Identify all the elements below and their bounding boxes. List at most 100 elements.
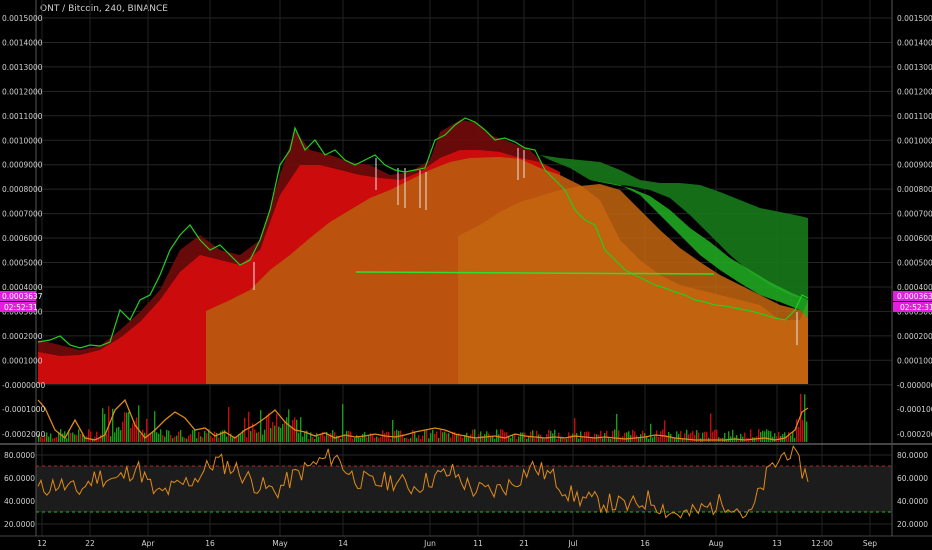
volume-bar xyxy=(646,437,648,442)
price-tick-label: 0.0011000 xyxy=(897,112,932,121)
chart-canvas[interactable]: 0.0015000 0.0014000 0.0013000 0.0012000 0.00… xyxy=(0,0,932,550)
volume-bar xyxy=(418,435,420,442)
volume-bar xyxy=(522,432,524,442)
volume-bar xyxy=(318,436,320,442)
volume-bar xyxy=(500,429,502,442)
volume-bar xyxy=(432,429,434,442)
volume-bar xyxy=(168,430,170,442)
volume-bar xyxy=(572,433,574,442)
price-tick-label: 0.0009000 xyxy=(897,161,932,170)
price-tick-label: 0.0007000 xyxy=(897,210,932,219)
volume-bar xyxy=(372,434,374,442)
volume-bar xyxy=(186,438,188,442)
volume-bar xyxy=(488,433,490,442)
volume-bar xyxy=(210,435,212,442)
volume-bar xyxy=(202,437,204,442)
volume-bar xyxy=(468,437,470,442)
volume-bar xyxy=(240,434,242,442)
volume-bar xyxy=(130,428,132,442)
volume-bar xyxy=(206,433,208,442)
volume-bar xyxy=(462,438,464,442)
volume-bar xyxy=(200,436,202,442)
volume-bar xyxy=(292,419,294,442)
volume-bar xyxy=(204,431,206,442)
volume-bar xyxy=(160,429,162,442)
trading-chart[interactable]: ONT / Bitcoin, 240, BINANCE 0.0015000 0.… xyxy=(0,0,932,550)
volume-bar xyxy=(124,412,126,442)
volume-bar xyxy=(258,432,260,442)
volume-bar xyxy=(510,437,512,442)
volume-bar xyxy=(52,438,54,442)
volume-bar xyxy=(792,432,794,442)
volume-bar xyxy=(344,435,346,442)
volume-bar xyxy=(312,437,314,442)
volume-bar xyxy=(634,431,636,442)
volume-bar xyxy=(278,426,280,442)
price-tick-label: 0.0015000 xyxy=(2,14,43,23)
volume-bar xyxy=(190,434,192,442)
volume-bar xyxy=(122,421,124,442)
volume-bar xyxy=(126,412,128,442)
volume-bar xyxy=(520,432,522,442)
volume-bar xyxy=(442,432,444,442)
price-tick-label: 0.0002000 xyxy=(2,332,43,341)
volume-bar xyxy=(188,435,190,442)
price-tick-label: 0.0008000 xyxy=(2,185,43,194)
volume-bar xyxy=(466,432,468,442)
volume-bar xyxy=(100,434,102,442)
volume-bar xyxy=(390,438,392,442)
volume-bar xyxy=(574,418,576,442)
rsi-tick-label: 80.0000 xyxy=(4,451,35,460)
volume-bar xyxy=(374,437,376,442)
volume-bar xyxy=(504,432,506,442)
volume-bar xyxy=(392,419,394,442)
volume-bar xyxy=(626,432,628,442)
volume-bar xyxy=(582,437,584,442)
volume-bar xyxy=(50,433,52,442)
volume-bar xyxy=(438,438,440,442)
volume-bar xyxy=(182,436,184,442)
volume-bar xyxy=(740,433,742,442)
volume-bar xyxy=(194,429,196,442)
volume-tick-label: -0.0002000 xyxy=(897,430,932,439)
volume-bar xyxy=(140,434,142,442)
time-tick-label: Apr xyxy=(142,539,156,548)
volume-bar xyxy=(354,437,356,442)
volume-bars xyxy=(38,393,808,442)
volume-bar xyxy=(118,426,120,442)
price-tick-label: 0.0011000 xyxy=(2,112,43,121)
rsi-tick-label: 60.0000 xyxy=(4,474,35,483)
volume-bar xyxy=(556,438,558,442)
left-price-axis: 0.0015000 0.0014000 0.0013000 0.0012000 0.00… xyxy=(2,14,45,529)
volume-bar xyxy=(606,430,608,442)
time-tick-label: 14 xyxy=(338,539,348,548)
price-tick-label: 0.0001000 xyxy=(897,356,932,365)
volume-bar xyxy=(656,430,658,442)
volume-bar xyxy=(54,437,56,442)
volume-bar xyxy=(282,423,284,442)
volume-bar xyxy=(518,436,520,442)
time-tick-label: 11 xyxy=(473,539,483,548)
volume-bar xyxy=(602,438,604,442)
volume-bar xyxy=(802,420,804,442)
volume-bar xyxy=(760,432,762,442)
volume-bar xyxy=(80,434,82,442)
right-price-axis: 0.0015000 0.0014000 0.0013000 0.0012000 0.00… xyxy=(897,14,932,529)
volume-bar xyxy=(378,437,380,442)
volume-bar xyxy=(688,434,690,442)
volume-bar xyxy=(576,433,578,442)
volume-bar xyxy=(624,432,626,442)
volume-bar xyxy=(228,407,230,442)
volume-bar xyxy=(610,438,612,442)
volume-bar xyxy=(512,435,514,442)
volume-bar xyxy=(78,429,80,442)
volume-bar xyxy=(268,413,270,442)
volume-bar xyxy=(248,411,250,442)
volume-bar xyxy=(686,429,688,442)
time-tick-label: Jul xyxy=(567,539,577,548)
time-tick-label: Sep xyxy=(863,539,877,548)
volume-bar xyxy=(778,431,780,442)
volume-bar xyxy=(554,429,556,442)
volume-bar xyxy=(550,430,552,442)
volume-bar xyxy=(502,429,504,442)
